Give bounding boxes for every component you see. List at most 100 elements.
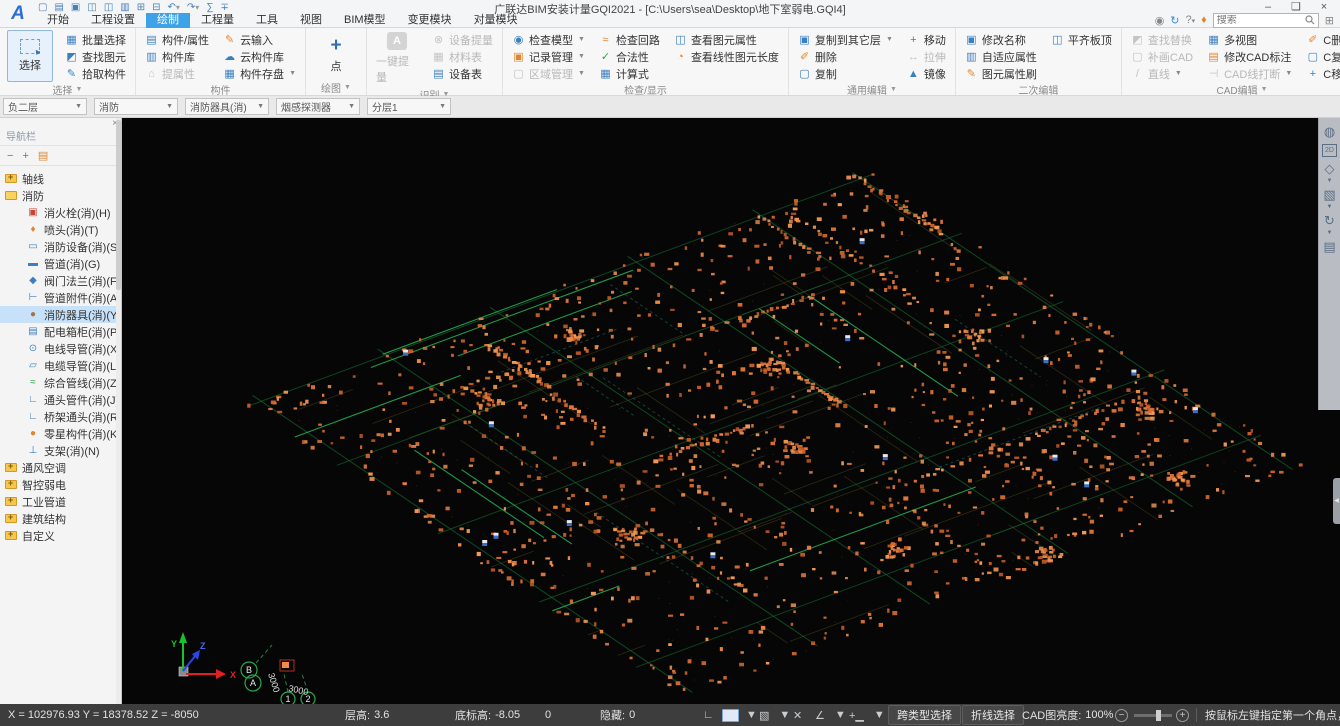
tab-compare-module[interactable]: 对量模块 bbox=[463, 13, 529, 28]
brightness-minus-button[interactable]: − bbox=[1115, 704, 1128, 726]
copy-to-other-layer-button[interactable]: ▣ 复制到其它层 ▼ bbox=[796, 31, 895, 48]
app-logo[interactable]: A bbox=[5, 2, 31, 26]
collapse-all-icon[interactable]: − bbox=[7, 150, 13, 162]
external-window-icon[interactable]: ⊞ bbox=[1325, 14, 1334, 27]
stretch-button[interactable]: ↔ 拉伸 bbox=[905, 48, 948, 65]
point-snap-icon[interactable]: +▁ ▼ bbox=[846, 704, 888, 726]
adaptive-property-button[interactable]: ▥ 自适应属性 bbox=[963, 48, 1039, 65]
cad-viewport[interactable]: Y Z X B A 1 2 3000 3000 ◍ 2D ◇ ▼ ▧ ▼ ↻ ▼ ▤ ◀ bbox=[122, 118, 1340, 704]
region-manage-button[interactable]: ▢ 区域管理 ▼ bbox=[510, 65, 587, 82]
property-brush-button[interactable]: ✎ 图元属性刷 bbox=[963, 65, 1039, 82]
import-model2-icon[interactable]: ◫ bbox=[104, 2, 113, 13]
sync-icon[interactable]: ↻ bbox=[1170, 14, 1179, 27]
user-icon[interactable]: ◉ bbox=[1155, 14, 1165, 27]
window-icon[interactable]: ⊞ bbox=[137, 2, 145, 13]
group-label-draw[interactable]: 绘图 ▼ bbox=[313, 80, 359, 95]
save-icon[interactable]: ▣ bbox=[71, 2, 80, 13]
group-label-cad-edit[interactable]: CAD编辑 ▼ bbox=[1129, 82, 1340, 97]
material-table-button[interactable]: ▦ 材料表 bbox=[430, 48, 495, 65]
tab-view[interactable]: 视图 bbox=[289, 13, 333, 28]
component-dropdown[interactable]: 烟感探测器 ▼ bbox=[276, 98, 360, 115]
component-library-button[interactable]: ▥ 构件库 bbox=[143, 48, 211, 65]
view-linear-length-button[interactable]: ◔ 查看线性图元长度 bbox=[672, 48, 781, 65]
cloud-library-button[interactable]: ☁ 云构件库 bbox=[221, 48, 298, 65]
c-delete-button[interactable]: ✐C删除 bbox=[1304, 31, 1340, 48]
tab-tools[interactable]: 工具 bbox=[245, 13, 289, 28]
line-button[interactable]: / 直线 ▼ bbox=[1129, 65, 1195, 82]
tree-item-cable-conduit[interactable]: ▱ 电缆导管(消)(L) bbox=[0, 357, 121, 374]
tree-item-elbow-fitting[interactable]: ∟ 通头管件(消)(J) bbox=[0, 391, 121, 408]
component-save-button[interactable]: ▦ 构件存盘 ▼ bbox=[221, 65, 298, 82]
pick-component-button[interactable]: ✎ 拾取构件 bbox=[63, 65, 128, 82]
multiview-button[interactable]: ▦ 多视图 bbox=[1205, 31, 1294, 48]
sidebar-scrollbar[interactable] bbox=[116, 118, 121, 704]
rotate-view-icon[interactable]: ↻ bbox=[1321, 212, 1339, 230]
cad-line-break-button[interactable]: ⊣ CAD线打断 ▼ bbox=[1205, 65, 1294, 82]
device-table-button[interactable]: ▤ 设备表 bbox=[430, 65, 495, 82]
table-view-icon[interactable]: ▤ bbox=[1321, 238, 1339, 256]
legality-button[interactable]: ✓ 合法性 bbox=[597, 48, 662, 65]
ortho-icon[interactable]: ∟ bbox=[700, 704, 717, 726]
cube-view-caret[interactable]: ▼ bbox=[1327, 204, 1333, 211]
panel-collapse-handle[interactable]: ◀ bbox=[1333, 478, 1340, 524]
record-manage-button[interactable]: ▣ 记录管理 ▼ bbox=[510, 48, 587, 65]
rotate-view-caret[interactable]: ▼ bbox=[1327, 230, 1333, 237]
onekey-extract-button[interactable]: A 一键提量 bbox=[374, 30, 420, 87]
view-element-property-button[interactable]: ◫ 查看图元属性 bbox=[672, 31, 781, 48]
cloud-input-button[interactable]: ✎ 云输入 bbox=[221, 31, 298, 48]
search-input[interactable] bbox=[1216, 14, 1305, 26]
cross-type-select-button[interactable]: 跨类型选择 bbox=[888, 704, 961, 726]
tree-folder-hvac[interactable]: 通风空调 bbox=[0, 459, 121, 476]
device-extract-button[interactable]: ⊗ 设备提量 bbox=[430, 31, 495, 48]
orbit-view-icon[interactable]: ◍ bbox=[1321, 123, 1339, 141]
polyline-select-button[interactable]: 折线选择 bbox=[962, 704, 1024, 726]
redo-icon[interactable]: ↷▾ bbox=[187, 2, 199, 13]
group-label-general-edit[interactable]: 通用编辑 ▼ bbox=[796, 82, 948, 97]
floor-dropdown[interactable]: 负二层 ▼ bbox=[3, 98, 87, 115]
check-model-button[interactable]: ◉ 检查模型 ▼ bbox=[510, 31, 587, 48]
find-replace-button[interactable]: ◩ 查找替换 bbox=[1129, 31, 1195, 48]
flush-slab-top-button[interactable]: ◫ 平齐板顶 bbox=[1049, 31, 1114, 48]
tree-item-pipe[interactable]: ▬ 管道(消)(G) bbox=[0, 255, 121, 272]
angle-snap-icon[interactable]: ∠ ▼ bbox=[812, 704, 849, 726]
batch-select-button[interactable]: ▦ 批量选择 bbox=[63, 31, 128, 48]
tab-change-module[interactable]: 变更模块 bbox=[397, 13, 463, 28]
export-icon[interactable]: ▥ bbox=[120, 2, 129, 13]
open-file-icon[interactable]: ▤ bbox=[54, 2, 63, 13]
specialty-dropdown[interactable]: 消防 ▼ bbox=[94, 98, 178, 115]
formula-button[interactable]: ▦ 计算式 bbox=[597, 65, 662, 82]
2d-view-icon[interactable]: 2D bbox=[1322, 144, 1337, 157]
import-model-icon[interactable]: ◫ bbox=[87, 2, 96, 13]
patch-cad-button[interactable]: ▢ 补画CAD bbox=[1129, 48, 1195, 65]
iso-view-caret[interactable]: ▼ bbox=[1327, 178, 1333, 185]
cube-view-icon[interactable]: ▧ bbox=[1321, 186, 1339, 204]
tree-item-tray-elbow[interactable]: ∟ 桥架通头(消)(R) bbox=[0, 408, 122, 425]
select-button[interactable]: 选择 bbox=[7, 30, 53, 82]
selection-mode-icon[interactable]: ▼ bbox=[722, 704, 760, 726]
find-element-button[interactable]: ◩ 查找图元 bbox=[63, 48, 128, 65]
edit-cad-annotation-button[interactable]: ▤ 修改CAD标注 bbox=[1205, 48, 1294, 65]
tree-item-sprinkler[interactable]: ♦ 喷头(消)(T) bbox=[0, 221, 121, 238]
tree-item-misc-component[interactable]: ● 零星构件(消)(K) bbox=[0, 425, 121, 442]
tree-item-fire-device[interactable]: ● 消防器具(消)(Y) bbox=[0, 306, 121, 323]
mirror-button[interactable]: ▲ 镜像 bbox=[905, 65, 948, 82]
tab-draw[interactable]: 绘制 bbox=[146, 13, 190, 28]
c-copy-button[interactable]: ▢C复制 bbox=[1304, 48, 1340, 65]
new-file-icon[interactable]: ▢ bbox=[38, 2, 47, 13]
cad-drawing[interactable]: Y Z X BA1 23000 3000 bbox=[122, 118, 1340, 704]
group-label-select[interactable]: 选择 ▼ bbox=[7, 82, 128, 97]
extract-property-button[interactable]: ⌂ 提属性 bbox=[143, 65, 211, 82]
more-icon[interactable]: ∓ bbox=[220, 2, 228, 13]
tree-folder-structure[interactable]: 建筑结构 bbox=[0, 510, 121, 527]
tree-item-fire-equipment[interactable]: ▭ 消防设备(消)(S) bbox=[0, 238, 121, 255]
tree-folder-axis[interactable]: 轴线 bbox=[0, 170, 121, 187]
brightness-plus-button[interactable]: + bbox=[1176, 704, 1189, 726]
brightness-slider[interactable] bbox=[1134, 704, 1172, 726]
help-icon[interactable]: ?▾ bbox=[1186, 14, 1196, 26]
undo-icon[interactable]: ↶▾ bbox=[168, 2, 180, 13]
tree-item-wire-conduit[interactable]: ⊙ 电线导管(消)(X) bbox=[0, 340, 121, 357]
tree-item-integrated-line[interactable]: ≈ 综合管线(消)(Z) bbox=[0, 374, 121, 391]
tree-folder-industrial-pipe[interactable]: 工业管道 bbox=[0, 493, 121, 510]
tree-item-distribution-box[interactable]: ▤ 配电箱柜(消)(P) bbox=[0, 323, 121, 340]
c-move-button[interactable]: +C移动 bbox=[1304, 65, 1340, 82]
